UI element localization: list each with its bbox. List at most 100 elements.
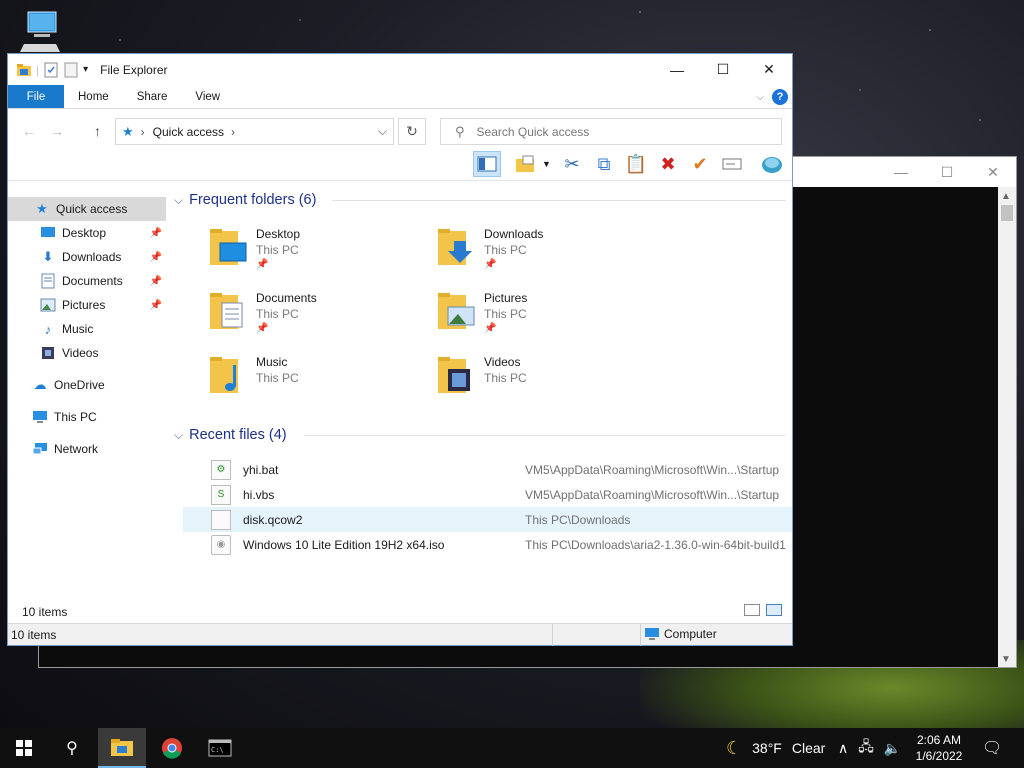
scroll-thumb[interactable]: [1001, 205, 1013, 221]
close-button[interactable]: ✕: [746, 54, 792, 85]
preview-pane-button[interactable]: [473, 151, 501, 177]
sidebar-item-desktop[interactable]: Desktop 📌: [8, 221, 166, 245]
sidebar-item-this-pc[interactable]: This PC: [8, 405, 166, 429]
properties-button[interactable]: [511, 151, 539, 177]
recent-file-row[interactable]: ⚙ yhi.bat VM5\AppData\Roaming\Microsoft\…: [183, 457, 792, 482]
start-button[interactable]: [0, 728, 48, 768]
sidebar-item-videos[interactable]: Videos: [8, 341, 166, 365]
pin-icon[interactable]: 📌: [484, 323, 496, 334]
taskbar-file-explorer[interactable]: [98, 728, 146, 768]
network-status-icon[interactable]: 🖧: [858, 736, 874, 760]
clock[interactable]: 2:06 AM 1/6/2022: [900, 732, 978, 764]
search-taskbar-button[interactable]: ⚲: [48, 728, 96, 768]
quick-access-toolbar: | ▾: [8, 62, 88, 78]
sidebar-item-network[interactable]: Network: [8, 437, 166, 461]
folder-tile-videos[interactable]: Videos This PC: [436, 351, 656, 411]
this-pc-desktop-icon[interactable]: [16, 8, 64, 56]
dropdown-arrow-icon[interactable]: ▼: [542, 159, 551, 169]
folder-tile-desktop[interactable]: Desktop This PC 📌: [208, 223, 428, 283]
refresh-button[interactable]: ↻: [398, 118, 426, 145]
content-pane[interactable]: ⌵ Frequent folders (6) Desktop This PC 📌…: [168, 181, 792, 601]
pin-icon[interactable]: 📌: [150, 276, 162, 287]
sidebar-item-downloads[interactable]: ⬇ Downloads 📌: [8, 245, 166, 269]
tab-view[interactable]: View: [181, 85, 234, 108]
windows-logo-icon: [16, 740, 32, 756]
chevron-down-icon[interactable]: ⌵: [378, 124, 387, 139]
folder-location: This PC: [256, 371, 299, 385]
forward-icon[interactable]: →: [50, 123, 64, 139]
paste-button[interactable]: 📋: [622, 151, 650, 177]
file-explorer-window[interactable]: | ▾ File Explorer — ☐ ✕ File Home Share …: [7, 53, 793, 646]
pin-icon[interactable]: 📌: [484, 259, 496, 270]
pin-icon[interactable]: 📌: [150, 252, 162, 263]
show-hidden-icons-icon[interactable]: ∧: [838, 740, 848, 757]
volume-muted-icon[interactable]: 🔈: [884, 740, 901, 757]
ribbon-tabs: File Home Share View ⌵ ?: [8, 85, 792, 109]
up-icon[interactable]: ↑: [94, 123, 101, 139]
chevron-down-icon[interactable]: ⌵: [174, 193, 183, 208]
minimize-button[interactable]: —: [654, 54, 700, 85]
recent-file-row[interactable]: ◉ Windows 10 Lite Edition 19H2 x64.iso T…: [183, 532, 792, 557]
maximize-button[interactable]: ☐: [700, 54, 746, 85]
console-scrollbar[interactable]: ▲ ▼: [998, 187, 1016, 667]
group-header-frequent[interactable]: ⌵ Frequent folders (6): [174, 189, 786, 211]
properties-icon[interactable]: [43, 62, 59, 78]
pin-icon[interactable]: 📌: [256, 259, 268, 270]
document-icon: [40, 273, 56, 289]
folder-tile-downloads[interactable]: Downloads This PC 📌: [436, 223, 656, 283]
pin-icon[interactable]: 📌: [256, 323, 268, 334]
sidebar-item-quick-access[interactable]: ★ Quick access: [8, 197, 166, 221]
taskbar-chrome[interactable]: [148, 728, 196, 768]
scroll-up-icon[interactable]: ▲: [1001, 191, 1011, 202]
expand-ribbon-icon[interactable]: ⌵: [756, 92, 764, 103]
notifications-button[interactable]: 🗨: [982, 728, 1002, 768]
details-view-icon[interactable]: [744, 604, 760, 616]
cut-button[interactable]: ✂: [558, 151, 586, 177]
batch-file-icon: ⚙: [211, 459, 231, 480]
weather-widget[interactable]: ☾ 38°F Clear: [726, 728, 825, 768]
rename-button[interactable]: [718, 151, 746, 177]
folder-tile-pictures[interactable]: Pictures This PC 📌: [436, 287, 656, 347]
tab-share[interactable]: Share: [123, 85, 182, 108]
console-minimize-button[interactable]: —: [878, 164, 924, 180]
folder-tile-music[interactable]: Music This PC: [208, 351, 428, 411]
pin-icon[interactable]: 📌: [150, 228, 162, 239]
address-bar[interactable]: ★ › Quick access › ⌵: [115, 118, 394, 145]
recent-file-row-selected[interactable]: disk.qcow2 This PC\Downloads: [183, 507, 792, 532]
select-all-button[interactable]: ✔: [686, 151, 714, 177]
sidebar-item-documents[interactable]: Documents 📌: [8, 269, 166, 293]
tab-home[interactable]: Home: [64, 85, 123, 108]
console-maximize-button[interactable]: ☐: [924, 164, 970, 181]
sidebar-item-onedrive[interactable]: ☁ OneDrive: [8, 373, 166, 397]
sidebar-item-pictures[interactable]: Pictures 📌: [8, 293, 166, 317]
shell-button[interactable]: [758, 151, 786, 177]
taskbar-terminal[interactable]: C:\: [196, 728, 244, 768]
videos-icon: [40, 345, 56, 361]
console-close-button[interactable]: ✕: [970, 164, 1016, 181]
customize-qat-icon[interactable]: ▾: [83, 64, 88, 75]
large-icons-view-icon[interactable]: [766, 604, 782, 616]
pictures-folder-icon: [438, 293, 475, 329]
search-input[interactable]: ⚲ Search Quick access: [440, 118, 782, 145]
pictures-icon: [40, 297, 56, 313]
window-title: File Explorer: [100, 62, 168, 77]
scroll-down-icon[interactable]: ▼: [1001, 654, 1011, 665]
breadcrumb-quick-access[interactable]: Quick access: [153, 125, 224, 139]
chevron-down-icon[interactable]: ⌵: [174, 428, 183, 443]
copy-button[interactable]: ⧉: [590, 151, 618, 177]
recent-file-row[interactable]: S hi.vbs VM5\AppData\Roaming\Microsoft\W…: [183, 482, 792, 507]
pin-icon[interactable]: 📌: [150, 300, 162, 311]
sidebar-item-music[interactable]: ♪ Music: [8, 317, 166, 341]
back-icon[interactable]: ←: [22, 123, 36, 139]
help-icon[interactable]: ?: [772, 89, 788, 105]
music-folder-icon: [210, 357, 238, 393]
tab-file[interactable]: File: [8, 85, 64, 108]
pane-icon: [477, 156, 497, 172]
folder-tile-documents[interactable]: Documents This PC 📌: [208, 287, 428, 347]
chevron-right-icon[interactable]: ›: [231, 125, 235, 139]
group-header-recent[interactable]: ⌵ Recent files (4): [174, 424, 786, 446]
quick-access-star-icon: ★: [122, 123, 134, 139]
chevron-right-icon[interactable]: ›: [141, 125, 145, 139]
delete-button[interactable]: ✖: [654, 151, 682, 177]
new-folder-icon[interactable]: [63, 62, 79, 78]
